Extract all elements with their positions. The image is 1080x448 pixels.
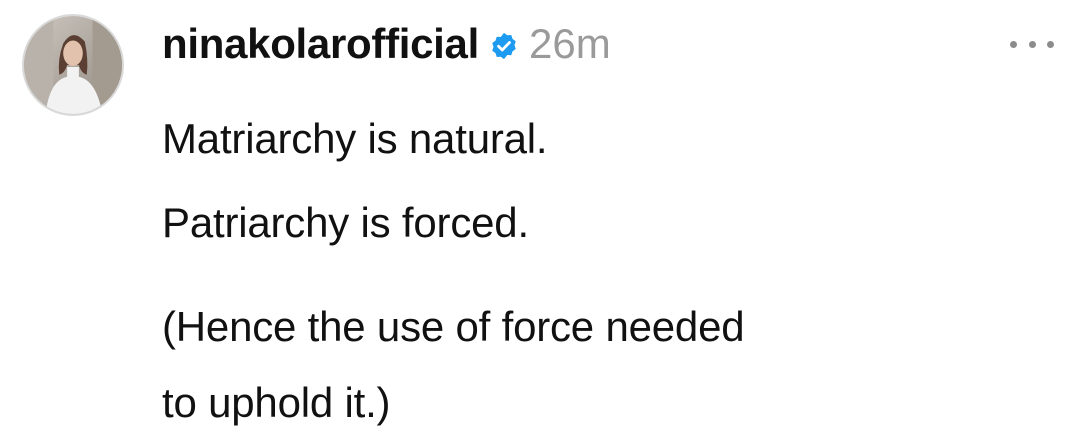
post-card: ninakolarofficial 26m Matriarchy is natu… [0, 0, 1080, 448]
post-text-line: Patriarchy is forced. [162, 199, 529, 246]
post-text-line: to uphold it.) [162, 379, 391, 426]
avatar-image [24, 16, 122, 114]
post-text-line: (Hence the use of force needed [162, 303, 745, 350]
more-options-icon[interactable] [1010, 32, 1054, 56]
post-text-line: Matriarchy is natural. [162, 115, 548, 162]
ellipsis-dot [1010, 40, 1017, 48]
verified-badge-icon [489, 31, 519, 61]
post-timestamp: 26m [528, 20, 611, 67]
avatar[interactable] [22, 14, 124, 116]
username-link[interactable]: ninakolarofficial [162, 20, 479, 68]
ellipsis-dot [1028, 40, 1036, 48]
ellipsis-dot [1047, 40, 1054, 48]
post-header: ninakolarofficial 26m [162, 14, 611, 74]
